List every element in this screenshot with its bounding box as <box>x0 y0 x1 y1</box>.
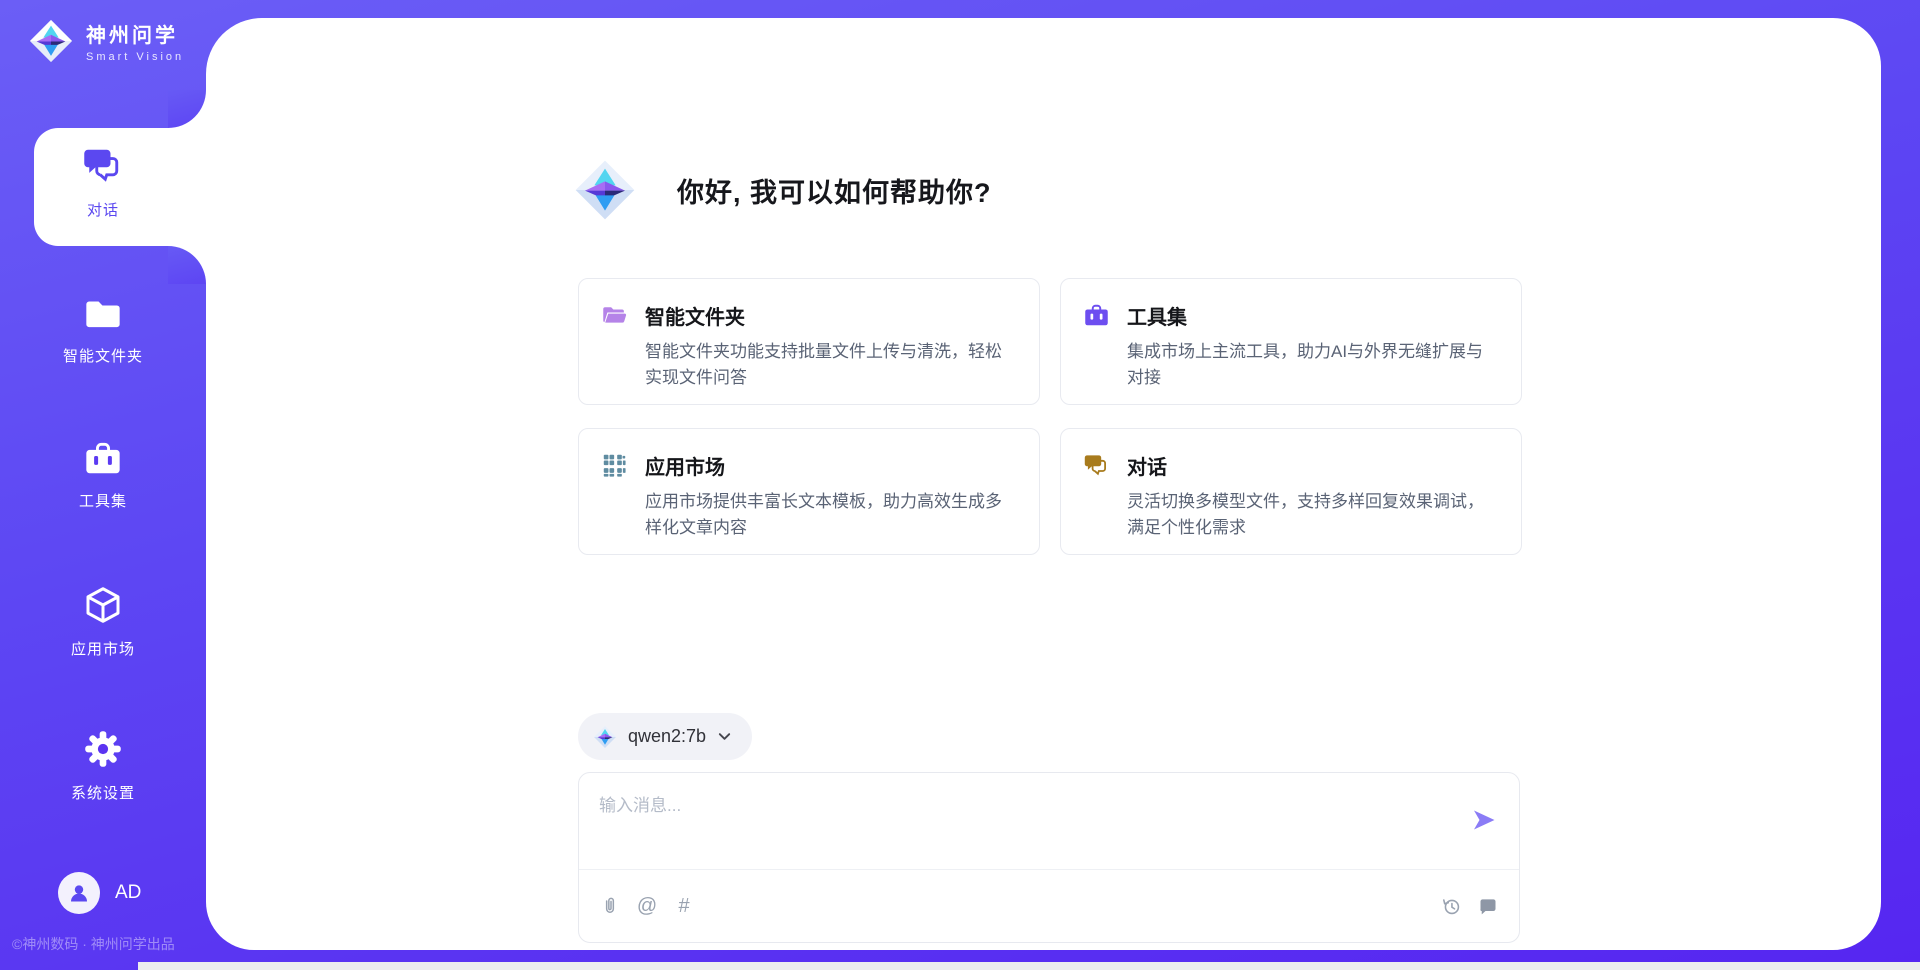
card-description: 应用市场提供丰富长文本模板，助力高效生成多样化文章内容 <box>645 489 1015 541</box>
model-selector[interactable]: qwen2:7b <box>578 713 752 760</box>
card-title: 应用市场 <box>645 451 725 480</box>
sidebar-item-label: 应用市场 <box>0 638 206 659</box>
sidebar-item-app-market[interactable]: 应用市场 <box>0 585 206 659</box>
card-chat[interactable]: 对话 灵活切换多模型文件，支持多样回复效果调试，满足个性化需求 <box>1060 428 1522 555</box>
greeting-block: 你好, 我可以如何帮助你? <box>573 158 992 222</box>
horizontal-scrollbar[interactable] <box>138 962 1920 970</box>
assistant-logo-diamond-icon <box>573 158 637 222</box>
cube-icon <box>83 585 123 625</box>
brand: 神州问学 Smart Vision <box>28 18 184 64</box>
card-title: 对话 <box>1127 451 1167 480</box>
user-name: AD <box>115 882 141 904</box>
hashtag-icon[interactable]: # <box>673 895 695 917</box>
card-app-market[interactable]: 应用市场 应用市场提供丰富长文本模板，助力高效生成多样化文章内容 <box>578 428 1040 555</box>
tab-bottom-fillet <box>168 246 206 284</box>
gear-icon <box>83 729 123 769</box>
sidebar-item-toolset[interactable]: 工具集 <box>0 441 206 511</box>
sidebar-item-label: 工具集 <box>0 490 206 511</box>
comment-icon[interactable] <box>1477 895 1499 917</box>
card-title: 工具集 <box>1127 301 1187 330</box>
message-composer: @ # <box>578 772 1520 943</box>
send-icon[interactable] <box>1471 807 1497 833</box>
card-description: 智能文件夹功能支持批量文件上传与清洗，轻松实现文件问答 <box>645 339 1015 391</box>
card-description: 灵活切换多模型文件，支持多样回复效果调试，满足个性化需求 <box>1127 489 1497 541</box>
sidebar-item-label: 系统设置 <box>0 782 206 803</box>
card-title: 智能文件夹 <box>645 301 745 330</box>
avatar <box>58 872 100 914</box>
folder-open-icon <box>601 303 628 328</box>
brand-logo-diamond-icon <box>28 18 74 64</box>
folder-icon <box>83 296 123 336</box>
chat-bubbles-icon <box>83 146 123 186</box>
model-name: qwen2:7b <box>628 726 706 747</box>
main-panel: 你好, 我可以如何帮助你? 智能文件夹 智能文件夹功能支持批量文件上传与清洗，轻… <box>206 18 1881 950</box>
history-icon[interactable] <box>1440 895 1462 917</box>
user-account[interactable]: AD <box>58 872 141 914</box>
card-description: 集成市场上主流工具，助力AI与外界无缝扩展与对接 <box>1127 339 1497 391</box>
sidebar-item-smart-folder[interactable]: 智能文件夹 <box>0 296 206 366</box>
greeting-text: 你好, 我可以如何帮助你? <box>677 171 992 210</box>
attachment-icon[interactable] <box>599 895 621 917</box>
toolbox-icon <box>83 441 123 481</box>
toolbox-icon <box>1083 303 1110 328</box>
sidebar-item-label: 智能文件夹 <box>0 345 206 366</box>
person-icon <box>67 881 91 905</box>
mention-icon[interactable]: @ <box>636 895 658 917</box>
sidebar-item-chat[interactable]: 对话 <box>0 146 206 220</box>
sidebar-item-label: 对话 <box>0 199 206 220</box>
brand-name: 神州问学 <box>86 19 184 48</box>
model-logo-diamond-icon <box>593 725 617 749</box>
card-toolset[interactable]: 工具集 集成市场上主流工具，助力AI与外界无缝扩展与对接 <box>1060 278 1522 405</box>
copyright-text: ©神州数码 · 神州问学出品 <box>12 934 175 954</box>
card-smart-folder[interactable]: 智能文件夹 智能文件夹功能支持批量文件上传与清洗，轻松实现文件问答 <box>578 278 1040 405</box>
chevron-down-icon <box>717 729 732 744</box>
tab-top-fillet <box>168 90 206 128</box>
feature-cards: 智能文件夹 智能文件夹功能支持批量文件上传与清洗，轻松实现文件问答 工具集 集成… <box>578 278 1522 555</box>
chat-bubbles-icon <box>1083 453 1110 478</box>
app-grid-icon <box>601 453 628 478</box>
sidebar-item-settings[interactable]: 系统设置 <box>0 729 206 803</box>
brand-subtitle: Smart Vision <box>86 51 184 63</box>
app-window: 神州问学 Smart Vision 对话 智能文件夹 <box>0 0 1920 970</box>
message-input[interactable] <box>599 791 1659 859</box>
